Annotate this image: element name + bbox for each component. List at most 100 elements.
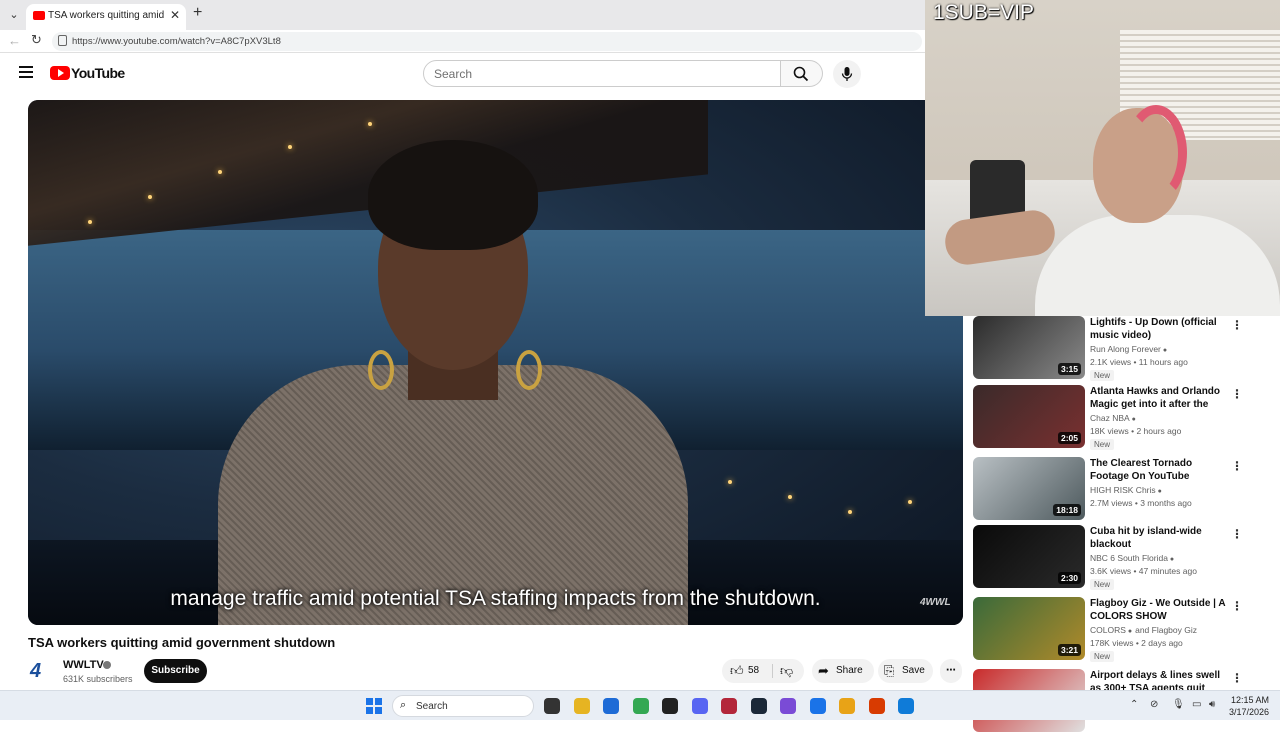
more-options-icon[interactable]: ⋮ [1231, 671, 1243, 685]
video-light [218, 170, 222, 174]
recommendation-title[interactable]: Flagboy Giz - We Outside | A COLORS SHOW [1090, 597, 1228, 623]
obsidian-icon[interactable] [780, 698, 796, 714]
reload-icon[interactable]: ↻ [31, 32, 42, 48]
chrome-canary-icon[interactable] [839, 698, 855, 714]
anchor-earring [516, 350, 542, 390]
dislike-icon[interactable]: 👎︎ [780, 659, 793, 683]
video-light [848, 510, 852, 514]
recommendation-channel[interactable]: NBC 6 South Florida ● [1090, 553, 1174, 563]
url-text[interactable]: https://www.youtube.com/watch?v=A8C7pXV3… [72, 36, 281, 47]
microphone-tray-icon[interactable]: 🎙︎ [1172, 699, 1185, 710]
recommendation-thumbnail[interactable]: 3:15 [973, 316, 1085, 379]
new-tab-icon[interactable]: + [193, 4, 202, 22]
webcam-overlay-text: 1SUB=VIP [933, 1, 1034, 24]
search-icon [793, 66, 809, 82]
channel-avatar[interactable]: 4 [30, 660, 54, 682]
browser-tab[interactable]: TSA workers quitting amid governm ✕ [26, 4, 186, 30]
youtube-play-icon [50, 66, 70, 80]
windows-start-icon[interactable] [366, 698, 382, 714]
site-info-icon[interactable] [58, 35, 67, 46]
recommendation-title[interactable]: Atlanta Hawks and Orlando Magic get into… [1090, 385, 1228, 411]
recommendation-thumbnail[interactable]: 2:30 [973, 525, 1085, 588]
video-player[interactable]: manage traffic amid potential TSA staffi… [28, 100, 963, 625]
more-options-icon[interactable]: ⋮ [1231, 387, 1243, 401]
taskbar-search-label: Search [416, 701, 448, 712]
store-icon[interactable] [603, 698, 619, 714]
recommendation-channel[interactable]: HIGH RISK Chris ● [1090, 485, 1162, 495]
anchor-hair [368, 140, 538, 250]
tab-search-icon[interactable]: ⌄ [4, 5, 24, 25]
verified-icon: ● [1160, 347, 1168, 354]
save-button[interactable]: ⎘ Save [878, 659, 933, 683]
network-icon[interactable]: ⊘ [1150, 699, 1158, 710]
channel-name[interactable]: WWLTV [63, 659, 104, 671]
clock-time: 12:15 AM [1230, 695, 1269, 705]
new-badge: New [1090, 439, 1115, 450]
discord-icon[interactable] [691, 698, 708, 714]
close-tab-icon[interactable]: ✕ [170, 8, 180, 22]
video-duration: 2:30 [1057, 572, 1081, 584]
video-light [368, 122, 372, 126]
guide-menu-icon[interactable] [19, 66, 33, 78]
share-label: Share [836, 665, 863, 676]
tab-title: TSA workers quitting amid governm [48, 10, 166, 21]
new-badge: New [1090, 370, 1115, 381]
like-count[interactable]: 58 [748, 659, 759, 683]
more-options-icon[interactable]: ⋮ [1231, 599, 1243, 613]
tray-chevron-icon[interactable]: ⌃ [1130, 699, 1138, 710]
file-explorer-icon[interactable] [544, 698, 560, 714]
more-options-icon[interactable]: ⋮ [1231, 459, 1243, 473]
taskbar-clock[interactable]: 12:15 AM 3/17/2026 [1225, 694, 1269, 718]
taskbar-search-input[interactable]: ⌕ Search [392, 695, 534, 717]
video-light [148, 195, 152, 199]
more-actions-icon[interactable]: ⋯ [940, 659, 962, 683]
video-caption: manage traffic amid potential TSA staffi… [170, 587, 821, 610]
office-icon[interactable] [868, 698, 885, 714]
recommendation-meta: 2.7M views • 3 months ago [1090, 498, 1192, 508]
edge-icon[interactable] [898, 698, 914, 714]
adobe-icon[interactable] [721, 698, 737, 714]
recommendation-thumbnail[interactable]: 18:18 [973, 457, 1085, 520]
recommendation-title[interactable]: Cuba hit by island-wide blackout [1090, 525, 1228, 551]
video-duration: 2:05 [1057, 432, 1081, 444]
video-light [788, 495, 792, 499]
voice-search-button[interactable] [833, 60, 861, 88]
address-bar[interactable]: https://www.youtube.com/watch?v=A8C7pXV3… [52, 32, 922, 51]
subscribe-button[interactable]: Subscribe [144, 659, 207, 683]
search-button[interactable] [781, 60, 823, 87]
back-icon[interactable]: ← [8, 33, 21, 48]
recommendation-meta: 18K views • 2 hours ago [1090, 426, 1182, 436]
subscriber-count: 631K subscribers [63, 674, 133, 684]
chrome-icon[interactable] [632, 698, 649, 714]
windows-taskbar: ⌕ Search ⌃ ⊘ 🎙︎ ▭ 🔊︎ 12:15 AM 3/17/2026 [0, 690, 1280, 720]
share-icon: ➦ [818, 663, 829, 678]
steam-icon[interactable] [750, 698, 767, 714]
recommendation-channel[interactable]: Chaz NBA ● [1090, 413, 1136, 423]
display-icon[interactable]: ▭ [1192, 699, 1201, 710]
more-options-icon[interactable]: ⋮ [1231, 318, 1243, 332]
chrome-dev-icon[interactable] [809, 698, 826, 714]
verified-icon: ● [1125, 628, 1133, 635]
search-input[interactable]: Search [423, 60, 781, 87]
video-duration: 3:15 [1057, 363, 1081, 375]
recommendation-channel[interactable]: COLORS ● and Flagboy Giz [1090, 625, 1197, 635]
recommendation-thumbnail[interactable]: 3:21 [973, 597, 1085, 660]
more-options-icon[interactable]: ⋮ [1231, 527, 1243, 541]
volume-icon[interactable]: 🔊︎ [1209, 699, 1215, 710]
recommendation-title[interactable]: Lightifs - Up Down (official music video… [1090, 316, 1228, 342]
recommendation-channel-extra: and Flagboy Giz [1135, 625, 1197, 635]
recommendation-thumbnail[interactable]: 2:05 [973, 385, 1085, 448]
share-button[interactable]: ➦ Share [812, 659, 874, 683]
explorer-icon[interactable] [573, 698, 590, 714]
youtube-favicon-icon [33, 11, 45, 20]
webcam-overlay: 1SUB=VIP [925, 0, 1280, 316]
youtube-logo-text: YouTube [71, 65, 125, 81]
like-icon[interactable]: 👍︎ [730, 659, 744, 683]
recommendation-channel[interactable]: Run Along Forever ● [1090, 344, 1167, 354]
search-icon: ⌕ [400, 699, 407, 711]
new-badge: New [1090, 651, 1115, 662]
recommendation-title[interactable]: The Clearest Tornado Footage On YouTube [1090, 457, 1228, 483]
github-icon[interactable] [662, 698, 678, 714]
microphone-icon [841, 67, 853, 81]
recommendation-meta: 3.6K views • 47 minutes ago [1090, 566, 1197, 576]
